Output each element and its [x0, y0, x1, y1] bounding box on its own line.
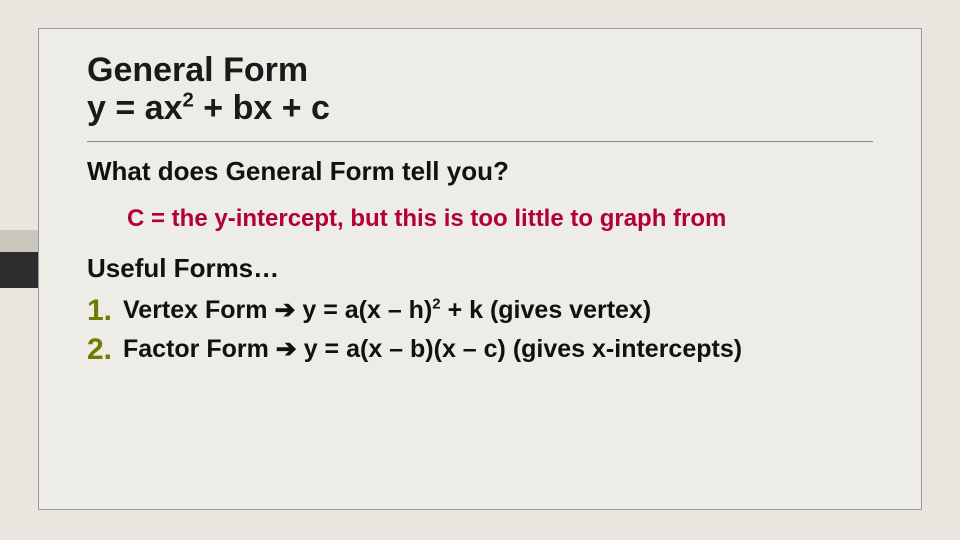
question-heading: What does General Form tell you? — [87, 156, 873, 187]
list-body: Factor Form ➔ y = a(x – b)(x – c) (gives… — [123, 333, 742, 365]
list-item: 1. Vertex Form ➔ y = a(x – h)2 + k (give… — [87, 294, 873, 327]
forms-list: 1. Vertex Form ➔ y = a(x – h)2 + k (give… — [87, 294, 873, 366]
arrow-icon: ➔ — [274, 296, 295, 324]
slide-frame: General Form y = ax2 + bx + c What does … — [38, 28, 922, 510]
slide-content: General Form y = ax2 + bx + c What does … — [87, 51, 873, 366]
arrow-icon: ➔ — [276, 335, 297, 363]
title-equation: y = ax2 + bx + c — [87, 89, 330, 127]
useful-forms-heading: Useful Forms… — [87, 253, 873, 284]
slide-title: General Form y = ax2 + bx + c — [87, 51, 873, 127]
title-line1: General Form — [87, 51, 308, 89]
list-number: 2. — [87, 333, 123, 366]
list-body: Vertex Form ➔ y = a(x – h)2 + k (gives v… — [123, 294, 651, 326]
list-item: 2. Factor Form ➔ y = a(x – b)(x – c) (gi… — [87, 333, 873, 366]
list-number: 1. — [87, 294, 123, 327]
title-divider — [87, 141, 873, 142]
decorative-tab-light — [0, 230, 42, 254]
answer-text: C = the y-intercept, but this is too lit… — [127, 205, 873, 233]
